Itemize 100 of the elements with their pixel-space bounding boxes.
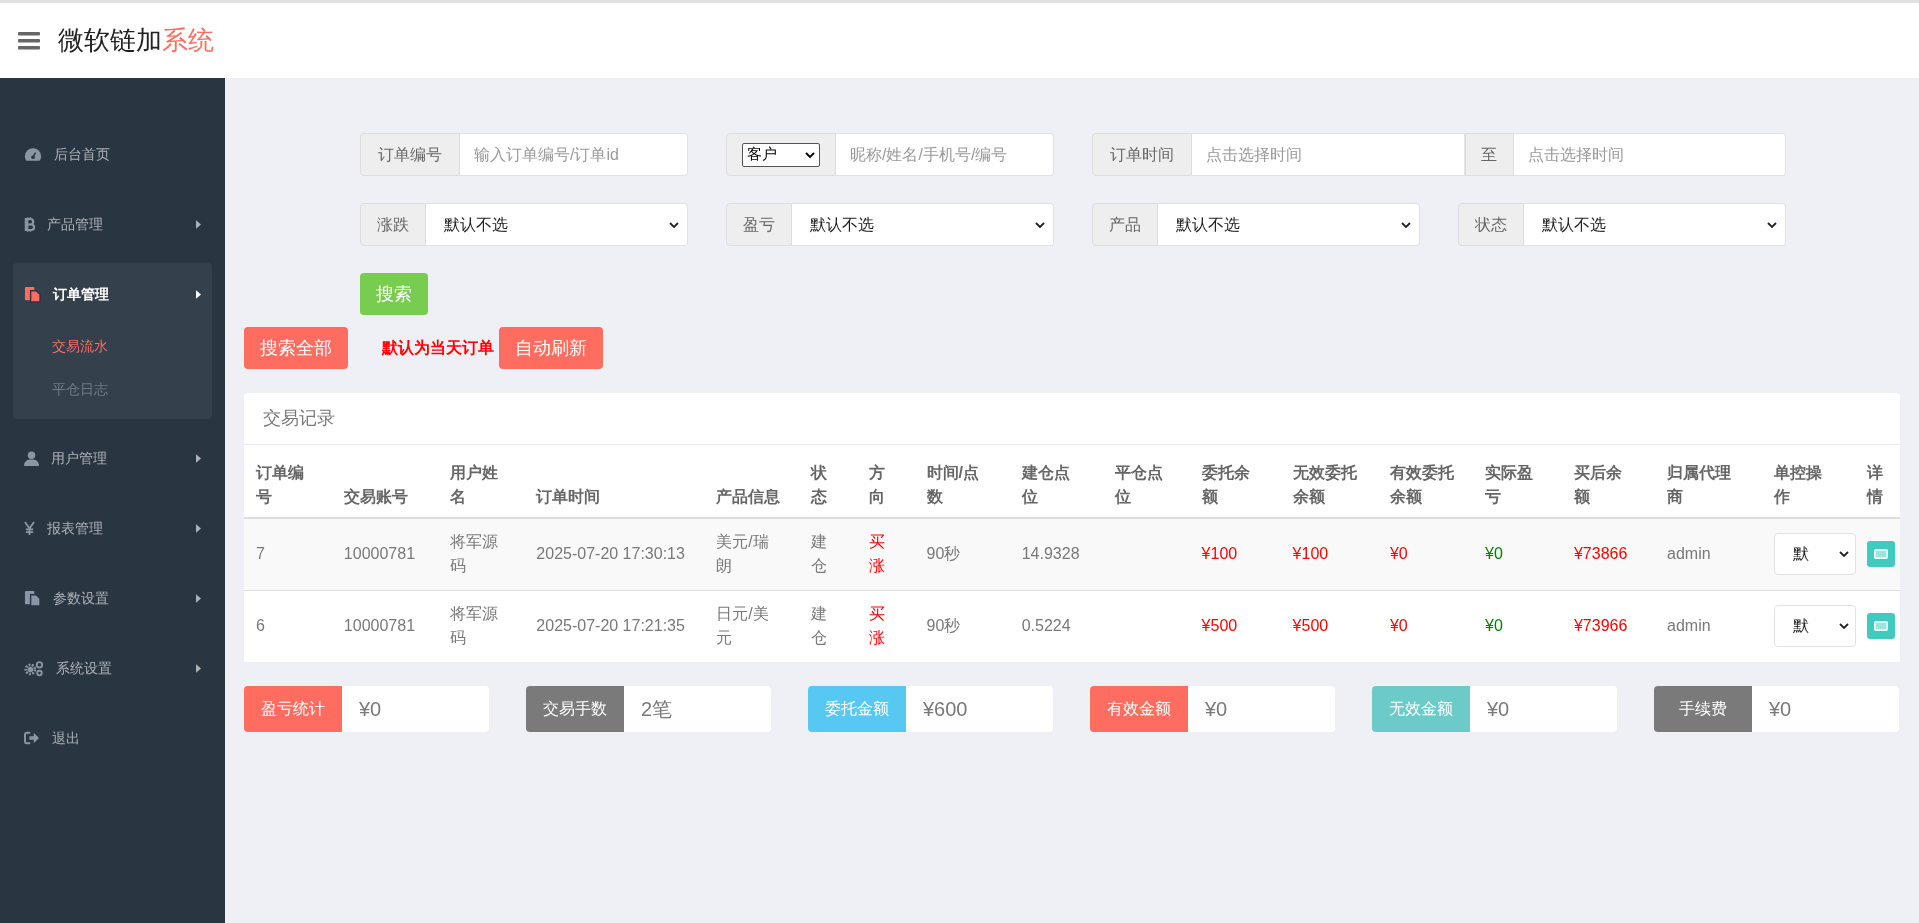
- column-header: 委托余额: [1189, 445, 1281, 518]
- table-cell: ¥73966: [1573, 617, 1628, 635]
- filter-dropdown[interactable]: 默认不选: [792, 203, 1054, 246]
- table-cell: ¥0: [1485, 545, 1503, 563]
- sidebar-item[interactable]: 参数设置: [13, 567, 212, 629]
- order-number-field[interactable]: 输入订单编号/订单id: [460, 133, 688, 176]
- column-header: 平仓点位: [1102, 445, 1190, 518]
- chevron-down-icon: [1767, 221, 1777, 228]
- start-time-field[interactable]: 点击选择时间: [1192, 133, 1465, 176]
- customer-select[interactable]: 客户: [742, 142, 820, 167]
- table-cell: 90秒: [926, 545, 961, 563]
- caret-icon: [196, 453, 201, 463]
- stat-label: 委托金额: [808, 686, 906, 732]
- column-header: 用户姓名: [437, 445, 525, 518]
- copy-icon: [24, 589, 41, 607]
- column-header: 无效委托余额: [1280, 445, 1378, 518]
- submenu-item[interactable]: 交易流水: [13, 325, 212, 368]
- table-cell: 6: [256, 617, 265, 635]
- field-label: 订单时间: [1092, 133, 1192, 176]
- documents-icon: [24, 285, 41, 303]
- table-cell: ¥73866: [1573, 545, 1628, 563]
- details-button[interactable]: [1866, 613, 1895, 640]
- caret-icon: [196, 523, 201, 533]
- table-cell: 2025-07-20 17:21:35: [536, 617, 685, 635]
- control-dropdown[interactable]: 默: [1773, 533, 1856, 576]
- app-title: 微软链加系统: [58, 24, 214, 57]
- filter-dropdown[interactable]: 默认不选: [426, 203, 688, 246]
- table-cell: 90秒: [926, 617, 961, 635]
- caret-icon: [196, 289, 201, 299]
- menu-label: 系统设置: [56, 658, 112, 678]
- sidebar-item[interactable]: 系统设置: [13, 637, 212, 699]
- column-header: 状态: [799, 445, 857, 518]
- menu-label: 订单管理: [53, 284, 109, 304]
- column-header: 方向: [856, 445, 915, 518]
- sidebar-item[interactable]: 用户管理: [13, 427, 212, 489]
- column-header: 交易账号: [331, 445, 438, 518]
- filter-dropdown[interactable]: 默认不选: [1524, 203, 1786, 246]
- menu-label: 参数设置: [53, 588, 109, 608]
- gears-icon: [24, 659, 44, 677]
- field-label: 状态: [1458, 203, 1524, 246]
- table-cell: ¥500: [1201, 617, 1238, 635]
- table-cell: 14.9328: [1021, 545, 1080, 563]
- sidebar-item[interactable]: 报表管理: [13, 497, 212, 559]
- chevron-down-icon: [1838, 623, 1849, 630]
- caret-icon: [196, 593, 201, 603]
- stat-value: ¥0: [1188, 686, 1335, 732]
- stat-label: 无效金额: [1372, 686, 1470, 732]
- sidebar-item[interactable]: 退出: [13, 707, 212, 769]
- table-cell: ¥100: [1201, 545, 1238, 563]
- sidebar-item[interactable]: 产品管理: [13, 193, 212, 255]
- column-header: 归属代理商: [1655, 445, 1762, 518]
- sidebar-item[interactable]: 后台首页: [13, 123, 212, 185]
- table-cell: ¥500: [1292, 617, 1329, 635]
- menu-icon[interactable]: [18, 31, 40, 50]
- column-header: 有效委托余额: [1377, 445, 1474, 518]
- table-cell: 建仓: [811, 605, 828, 647]
- card-title: 交易记录: [244, 393, 1900, 445]
- stat-label: 有效金额: [1090, 686, 1188, 732]
- column-header: 实际盈亏: [1473, 445, 1562, 518]
- field-label: 涨跌: [360, 203, 426, 246]
- chevron-down-icon: [805, 151, 815, 158]
- column-header: 买后余额: [1561, 445, 1656, 518]
- stat-label: 盈亏统计: [244, 686, 342, 732]
- chevron-down-icon: [1838, 551, 1849, 558]
- table-cell: 0.5224: [1021, 617, 1071, 635]
- field-label: 订单编号: [360, 133, 460, 176]
- table-cell: 10000781: [343, 617, 416, 635]
- column-header: 详情: [1854, 445, 1900, 518]
- stat-label: 交易手数: [526, 686, 624, 732]
- control-dropdown[interactable]: 默: [1773, 605, 1856, 648]
- filter-dropdown[interactable]: 默认不选: [1158, 203, 1420, 246]
- column-header: 产品信息: [704, 445, 800, 518]
- table-cell: ¥0: [1389, 617, 1408, 635]
- menu-label: 后台首页: [54, 144, 110, 164]
- column-header: 订单时间: [524, 445, 705, 518]
- chevron-down-icon: [1401, 221, 1411, 228]
- stat-label: 手续费: [1654, 686, 1752, 732]
- column-header: 订单编号: [244, 445, 332, 518]
- stat-value: 2笔: [624, 686, 771, 732]
- table-cell: 买涨: [868, 605, 885, 647]
- customer-search-field[interactable]: 昵称/姓名/手机号/编号: [836, 133, 1054, 176]
- menu-label: 退出: [52, 728, 80, 748]
- table-cell: 将军源码: [449, 533, 498, 575]
- stat-value: ¥600: [906, 686, 1053, 732]
- end-time-field[interactable]: 点击选择时间: [1513, 133, 1786, 176]
- stat-value: ¥0: [1752, 686, 1899, 732]
- field-label: 至: [1464, 133, 1514, 176]
- chevron-down-icon: [1035, 221, 1045, 228]
- menu-label: 用户管理: [51, 448, 107, 468]
- default-note: 默认为当天订单: [382, 338, 494, 358]
- details-button[interactable]: [1866, 541, 1895, 568]
- stat-value: ¥0: [1470, 686, 1617, 732]
- table-cell: 买涨: [868, 533, 885, 575]
- table-cell: 10000781: [343, 545, 416, 563]
- bitcoin-icon: [24, 215, 35, 233]
- table-cell: ¥100: [1292, 545, 1329, 563]
- column-header: 时间/点数: [914, 445, 1010, 518]
- sidebar-item[interactable]: 订单管理: [13, 263, 212, 325]
- yen-icon: [24, 520, 35, 536]
- menu-label: 产品管理: [47, 214, 103, 234]
